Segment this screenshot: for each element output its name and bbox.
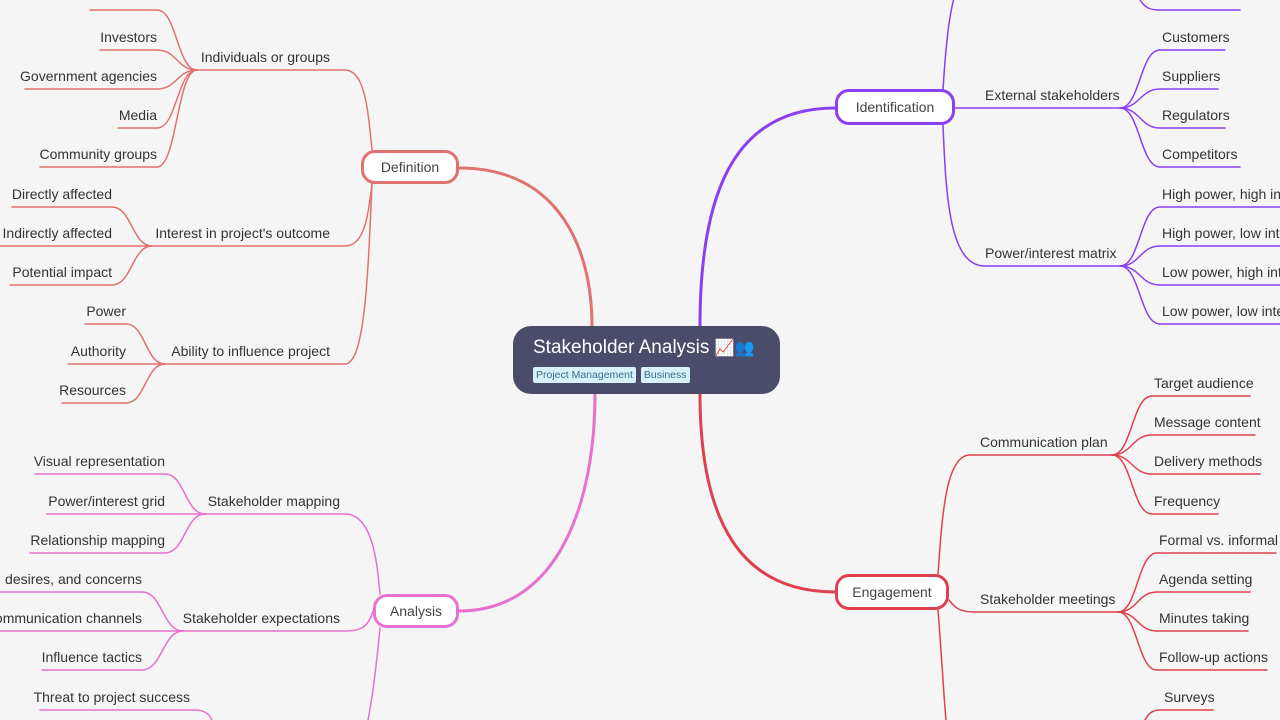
connector-leaf <box>156 69 198 168</box>
tag-business[interactable]: Business <box>640 367 690 383</box>
chart-people-emoji-icon: 📈👥 <box>714 340 755 357</box>
leaf-topic[interactable]: Power/interest grid <box>48 492 165 510</box>
leaf-topic[interactable]: Authority <box>71 342 126 360</box>
leaf-topic[interactable]: Media <box>119 106 157 124</box>
leaf-topic[interactable]: High power, high int <box>1162 185 1280 203</box>
branch-node-identification[interactable]: Identification <box>835 89 955 125</box>
connector-leaf <box>164 473 206 515</box>
subtopic[interactable]: External stakeholders <box>985 86 1120 104</box>
leaf-topic[interactable]: Customers <box>1162 28 1230 46</box>
subtopic[interactable]: Individuals or groups <box>201 48 330 66</box>
branch-node-engagement[interactable]: Engagement <box>835 574 949 610</box>
leaf-topic[interactable]: Directly affected <box>12 185 112 203</box>
subtopic[interactable]: Stakeholder expectations <box>183 609 340 627</box>
connector-analysis-sub <box>204 513 381 595</box>
connector-leaf <box>1119 206 1161 267</box>
leaf-topic[interactable]: Low power, low inte <box>1162 302 1280 320</box>
connector-definition-sub <box>164 183 373 365</box>
leaf-topic[interactable]: Agenda setting <box>1159 570 1252 588</box>
branch-node-analysis[interactable]: Analysis <box>373 594 459 628</box>
connector-leaf <box>141 591 184 632</box>
connector-engagement-sub <box>937 609 947 720</box>
leaf-underline <box>1139 0 1241 11</box>
leaf-topic[interactable]: Suppliers <box>1162 67 1220 85</box>
leaf-topic[interactable]: High power, low inte <box>1162 224 1280 242</box>
leaf-topic[interactable]: Follow-up actions <box>1159 648 1268 666</box>
connector-leaf <box>1119 107 1161 168</box>
branch-node-definition[interactable]: Definition <box>361 150 459 184</box>
connector-leaf <box>125 323 166 365</box>
leaf-topic[interactable]: Resources <box>59 381 126 399</box>
leaf-topic[interactable]: Frequency <box>1154 492 1220 510</box>
leaf-topic[interactable]: Surveys <box>1164 688 1215 706</box>
leaf-topic[interactable]: Community groups <box>40 145 158 163</box>
leaf-topic[interactable]: Relationship mapping <box>30 531 165 549</box>
connector-leaf <box>141 630 184 671</box>
connector-definition-sub <box>196 69 373 151</box>
leaf-topic[interactable]: Threat to project success <box>34 688 190 706</box>
leaf-topic[interactable]: Formal vs. informal <box>1159 531 1278 549</box>
leaf-topic[interactable]: Message content <box>1154 413 1261 431</box>
connector-leaf <box>111 206 153 247</box>
connector-engagement-sub <box>937 454 1113 575</box>
leaf-topic[interactable]: Visual representation <box>34 452 165 470</box>
leaf-topic[interactable]: Target audience <box>1154 374 1254 392</box>
connector-leaf <box>125 363 166 404</box>
leaf-topic[interactable]: Regulators <box>1162 106 1230 124</box>
subtopic[interactable]: Power/interest matrix <box>985 244 1116 262</box>
leaf-topic[interactable]: Low power, high int <box>1162 263 1280 281</box>
tag-project-management[interactable]: Project Management <box>533 367 636 383</box>
subtopic[interactable]: Ability to influence project <box>171 342 330 360</box>
root-title: Stakeholder Analysis <box>533 337 710 358</box>
connector-leaf <box>164 513 206 554</box>
leaf-topic[interactable]: Indirectly affected <box>3 224 112 242</box>
leaf-underline <box>1144 709 1214 720</box>
leaf-topic[interactable]: Investors <box>100 28 157 46</box>
subtopic[interactable]: Communication plan <box>980 433 1108 451</box>
leaf-topic[interactable]: s, desires, and concerns <box>0 570 142 588</box>
connector-leaf <box>111 245 153 286</box>
subtopic[interactable]: Stakeholder meetings <box>980 590 1115 608</box>
subtopic[interactable]: Interest in project's outcome <box>155 224 330 242</box>
connector-identification <box>698 106 837 328</box>
connector-definition <box>457 166 594 328</box>
subtopic[interactable]: Stakeholder mapping <box>208 492 340 510</box>
root-tags: Project Management Business <box>533 367 760 383</box>
leaf-topic[interactable]: Power <box>86 302 126 320</box>
connector-analysis <box>457 392 597 613</box>
connector-analysis-sub <box>367 627 381 720</box>
connector-engagement <box>698 392 837 594</box>
leaf-topic[interactable]: ommunication channels <box>0 609 142 627</box>
leaf-topic[interactable]: Potential impact <box>12 263 112 281</box>
connector-leaf <box>1117 552 1158 613</box>
leaf-topic[interactable]: Government agencies <box>20 67 157 85</box>
leaf-topic[interactable]: Influence tactics <box>42 648 142 666</box>
leaf-topic[interactable]: Competitors <box>1162 145 1237 163</box>
leaf-underline <box>39 709 213 720</box>
root-node[interactable]: Stakeholder Analysis 📈👥 Project Manageme… <box>513 326 780 394</box>
connector-identification-sub <box>942 0 955 91</box>
leaf-topic[interactable]: Delivery methods <box>1154 452 1262 470</box>
connector-leaf <box>1111 395 1153 456</box>
leaf-topic[interactable]: Minutes taking <box>1159 609 1249 627</box>
